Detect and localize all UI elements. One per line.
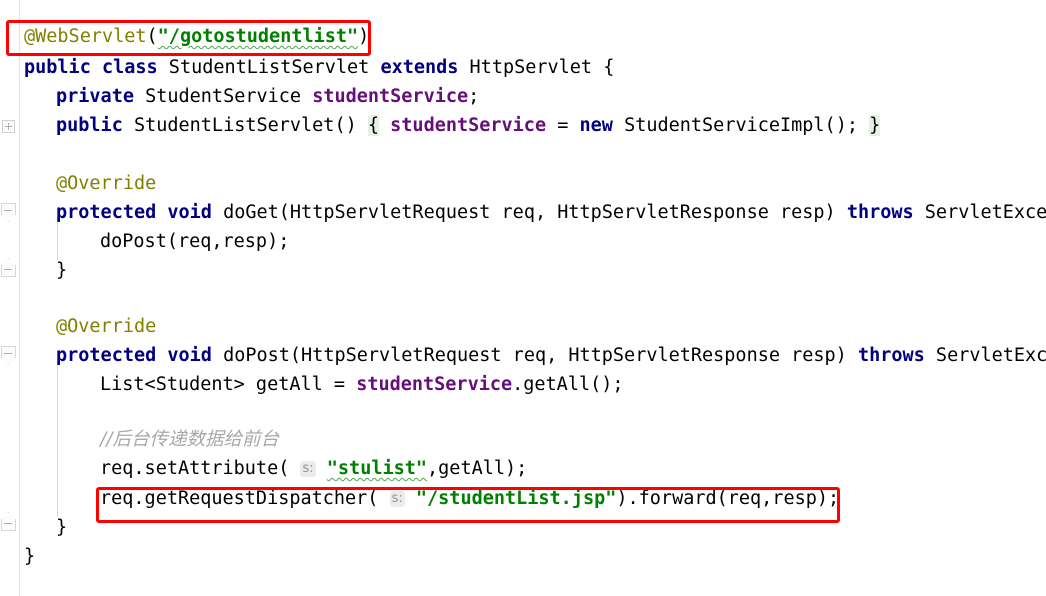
- code-text-area[interactable]: @WebServlet("/gotostudentlist") public cl…: [20, 0, 1046, 596]
- fold-marker-shape: [1, 258, 16, 277]
- code-line[interactable]: }: [56, 516, 67, 540]
- code-token: protected: [56, 202, 157, 223]
- code-token: @Override: [56, 173, 157, 194]
- code-token: }: [56, 517, 68, 538]
- fold-collapse-end-marker[interactable]: [1, 258, 16, 277]
- code-token: //后台传递数据给前台: [100, 429, 279, 450]
- code-line[interactable]: req.setAttribute( s: "stulist",getAll);: [100, 457, 527, 481]
- code-line[interactable]: public StudentListServlet() { studentSer…: [56, 114, 881, 138]
- code-token: private: [56, 86, 134, 107]
- code-token: @WebServlet: [24, 26, 147, 47]
- code-token: ServletExcep: [913, 202, 1046, 223]
- code-token: StudentServiceImpl();: [612, 115, 870, 136]
- code-token: req.setAttribute(: [100, 458, 301, 479]
- fold-marker-minus-icon: [4, 353, 12, 354]
- code-token: studentService: [390, 115, 547, 136]
- code-token: {: [367, 115, 380, 136]
- code-token: }: [24, 546, 36, 567]
- code-line[interactable]: @WebServlet("/gotostudentlist"): [24, 25, 369, 49]
- code-line[interactable]: protected void doGet(HttpServletRequest …: [56, 201, 1046, 225]
- fold-marker-minus-icon: [4, 523, 12, 524]
- code-token: extends: [380, 57, 459, 78]
- code-token: "/studentList.jsp": [415, 488, 617, 509]
- code-token: doGet(HttpServletRequest req, HttpServle…: [211, 202, 847, 223]
- code-line[interactable]: protected void doPost(HttpServletRequest…: [56, 344, 1046, 368]
- code-token: StudentListServlet: [157, 57, 381, 78]
- code-token: }: [56, 260, 68, 281]
- fold-marker-shape: [1, 346, 16, 365]
- code-token: req.getRequestDispatcher(: [100, 488, 390, 509]
- fold-marker-minus-icon: [4, 210, 12, 211]
- code-token: doPost(HttpServletRequest req, HttpServl…: [211, 345, 858, 366]
- code-token: List<Student> getAll =: [100, 374, 357, 395]
- code-token: ): [358, 26, 370, 47]
- code-token: class: [101, 57, 158, 78]
- fold-marker-shape: [1, 203, 16, 222]
- code-token: StudentListServlet(): [122, 115, 368, 136]
- code-token: s:: [389, 491, 405, 507]
- code-token: new: [579, 115, 613, 136]
- fold-marker-shape: [1, 512, 16, 531]
- fold-collapse-end-marker[interactable]: [1, 512, 16, 531]
- code-line[interactable]: req.getRequestDispatcher( s: "/studentLi…: [100, 487, 839, 511]
- code-token: throws: [846, 202, 914, 223]
- code-line[interactable]: @Override: [56, 172, 156, 196]
- code-token: .getAll();: [512, 374, 624, 395]
- code-token: ServletExce: [924, 345, 1046, 366]
- code-token: studentService: [312, 86, 469, 107]
- fold-collapse-start-marker[interactable]: [1, 346, 16, 365]
- editor-gutter[interactable]: [0, 0, 20, 596]
- code-token: StudentService: [133, 86, 313, 107]
- code-token: ;: [468, 86, 480, 107]
- code-line[interactable]: //后台传递数据给前台: [100, 428, 279, 452]
- code-editor[interactable]: @WebServlet("/gotostudentlist") public cl…: [0, 0, 1046, 596]
- code-token: "stulist": [326, 458, 428, 479]
- code-token: ,getAll);: [427, 458, 528, 479]
- indent-guide: [57, 361, 58, 517]
- code-token: void: [167, 345, 212, 366]
- code-token: s:: [300, 461, 316, 477]
- fold-expand-marker[interactable]: [2, 120, 15, 133]
- code-line[interactable]: public class StudentListServlet extends …: [24, 56, 614, 80]
- code-token: public: [56, 115, 123, 136]
- code-token: ).forward(req,resp);: [616, 488, 840, 509]
- code-line[interactable]: List<Student> getAll = studentService.ge…: [100, 373, 624, 397]
- fold-collapse-start-marker[interactable]: [1, 203, 16, 222]
- code-token: HttpServlet {: [458, 57, 615, 78]
- code-token: (: [146, 26, 158, 47]
- code-token: throws: [857, 345, 925, 366]
- code-token: "/gotostudentlist": [157, 26, 359, 47]
- code-token: studentService: [356, 374, 513, 395]
- code-token: void: [167, 202, 212, 223]
- code-line[interactable]: doPost(req,resp);: [100, 230, 289, 254]
- code-line[interactable]: @Override: [56, 315, 156, 339]
- code-token: protected: [56, 345, 157, 366]
- code-token: =: [546, 115, 580, 136]
- code-token: doPost(req,resp);: [100, 231, 290, 252]
- code-token: public: [24, 57, 91, 78]
- code-token: @Override: [56, 316, 157, 337]
- code-line[interactable]: }: [24, 545, 35, 569]
- code-line[interactable]: }: [56, 259, 67, 283]
- code-token: }: [869, 115, 881, 136]
- fold-marker-minus-icon: [4, 269, 12, 270]
- code-line[interactable]: private StudentService studentService;: [56, 85, 479, 109]
